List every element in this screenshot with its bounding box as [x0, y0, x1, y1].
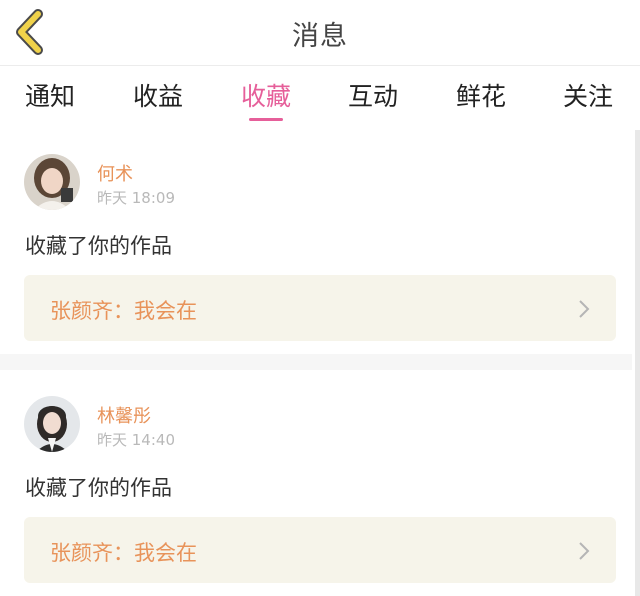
list-item: 林馨彤 昨天 14:40 收藏了你的作品 张颜齐：我会在 [0, 374, 632, 596]
top-bar: 消息 [0, 0, 640, 66]
tab-flowers[interactable]: 鲜花 [456, 77, 506, 113]
avatar[interactable] [24, 154, 80, 210]
username[interactable]: 何术 [97, 160, 133, 186]
username[interactable]: 林馨彤 [97, 402, 151, 428]
list-item: 何术 昨天 18:09 收藏了你的作品 张颜齐：我会在 [0, 132, 632, 352]
timestamp: 昨天 18:09 [97, 189, 175, 207]
user-avatar-image [24, 154, 80, 210]
timestamp: 昨天 14:40 [97, 431, 175, 449]
tab-earnings[interactable]: 收益 [133, 77, 183, 113]
divider [0, 354, 632, 370]
chevron-right-icon [579, 300, 590, 318]
work-title: 张颜齐：我会在 [50, 541, 197, 565]
tab-bar: 通知 收益 收藏 互动 鲜花 关注 [0, 67, 640, 127]
tab-interactions[interactable]: 互动 [348, 77, 398, 113]
work-link[interactable]: 张颜齐：我会在 [24, 275, 616, 341]
work-title: 张颜齐：我会在 [50, 299, 197, 323]
page-title: 消息 [292, 21, 348, 52]
avatar[interactable] [24, 396, 80, 452]
work-link[interactable]: 张颜齐：我会在 [24, 517, 616, 583]
action-text: 收藏了你的作品 [25, 476, 172, 500]
active-tab-indicator [249, 118, 283, 121]
scrollbar[interactable] [635, 130, 640, 596]
chevron-right-icon [579, 542, 590, 560]
user-avatar-image [24, 396, 80, 452]
tab-favorites[interactable]: 收藏 [241, 77, 291, 113]
tab-following[interactable]: 关注 [563, 77, 613, 113]
action-text: 收藏了你的作品 [25, 234, 172, 258]
tab-notifications[interactable]: 通知 [25, 77, 75, 113]
